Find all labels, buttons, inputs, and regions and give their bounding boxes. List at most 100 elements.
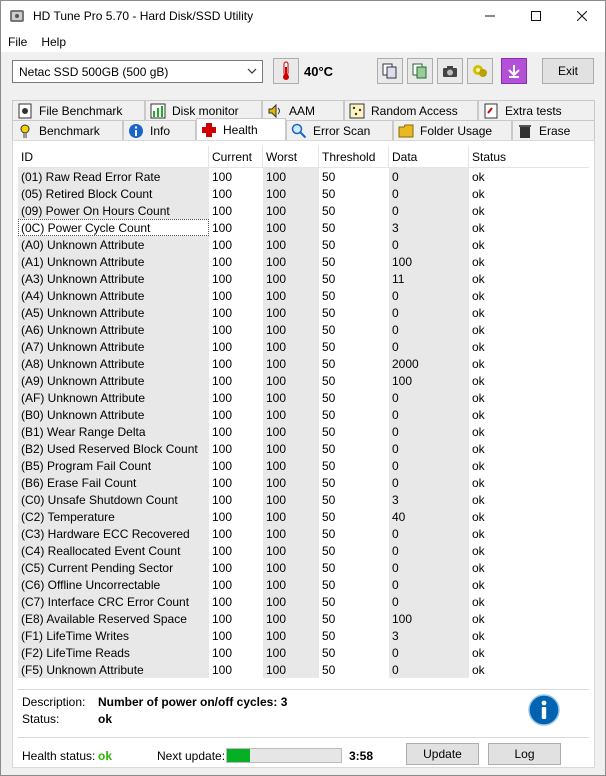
cell-worst: 100 — [263, 253, 319, 270]
cell-current: 100 — [212, 170, 233, 184]
table-row[interactable]: (AF) Unknown Attribute 100 100 50 0 ok — [18, 389, 589, 406]
tab-error-scan[interactable]: Error Scan — [286, 120, 393, 140]
cell-threshold: 50 — [322, 391, 336, 405]
tab-folder-usage[interactable]: Folder Usage — [393, 120, 512, 140]
update-button[interactable]: Update — [406, 743, 479, 765]
cell-id: (C6) Offline Uncorrectable — [18, 576, 209, 593]
title-bar[interactable]: HD Tune Pro 5.70 - Hard Disk/SSD Utility — [1, 1, 605, 31]
column-header-current[interactable]: Current — [209, 146, 263, 168]
drive-select[interactable]: Netac SSD 500GB (500 gB) — [12, 60, 263, 83]
menu-bar: File Help — [1, 31, 605, 53]
maximize-button[interactable] — [513, 1, 559, 31]
cell-status: ok — [472, 544, 485, 558]
table-row[interactable]: (B5) Program Fail Count 100 100 50 0 ok — [18, 457, 589, 474]
table-row[interactable]: (0C) Power Cycle Count 100 100 50 3 ok — [18, 219, 589, 236]
cell-data: 0 — [389, 185, 469, 202]
table-row[interactable]: (F5) Unknown Attribute 100 100 50 0 ok — [18, 661, 589, 678]
table-row[interactable]: (01) Raw Read Error Rate 100 100 50 0 ok — [18, 168, 589, 185]
table-row[interactable]: (C4) Reallocated Event Count 100 100 50 0 ok — [18, 542, 589, 559]
info-circle-icon[interactable] — [528, 694, 560, 726]
screenshot-button[interactable] — [437, 58, 463, 84]
cell-status: ok — [472, 408, 485, 422]
table-row[interactable]: (09) Power On Hours Count 100 100 50 0 ok — [18, 202, 589, 219]
window-title: HD Tune Pro 5.70 - Hard Disk/SSD Utility — [33, 9, 254, 23]
table-row[interactable]: (A1) Unknown Attribute 100 100 50 100 ok — [18, 253, 589, 270]
tab-aam[interactable]: AAM — [262, 100, 344, 120]
table-row[interactable]: (C2) Temperature 100 100 50 40 ok — [18, 508, 589, 525]
tab-file-benchmark[interactable]: File Benchmark — [12, 100, 145, 120]
tab-random-access[interactable]: Random Access — [344, 100, 478, 120]
column-header-id[interactable]: ID — [18, 146, 209, 168]
health-status-value: ok — [98, 749, 113, 763]
table-row[interactable]: (C7) Interface CRC Error Count 100 100 50 0 o… — [18, 593, 589, 610]
table-row[interactable]: (B0) Unknown Attribute 100 100 50 0 ok — [18, 406, 589, 423]
cell-data: 0 — [389, 423, 469, 440]
info-icon — [129, 123, 143, 138]
update-timer: 3:58 — [349, 749, 374, 763]
cell-threshold: 50 — [322, 629, 336, 643]
cell-current: 100 — [212, 357, 233, 371]
table-row[interactable]: (A3) Unknown Attribute 100 100 50 11 ok — [18, 270, 589, 287]
tab-erase[interactable]: Erase — [512, 120, 595, 140]
close-button[interactable] — [559, 1, 605, 31]
table-row[interactable]: (B2) Used Reserved Block Count 100 100 50 0 o… — [18, 440, 589, 457]
table-row[interactable]: (E8) Available Reserved Space 100 100 50 100… — [18, 610, 589, 627]
copy-screenshot-button[interactable] — [407, 58, 433, 84]
column-header-data[interactable]: Data — [389, 146, 469, 168]
log-button[interactable]: Log — [488, 743, 561, 765]
cell-data: 0 — [389, 474, 469, 491]
cell-worst: 100 — [263, 304, 319, 321]
cell-current: 100 — [212, 612, 233, 626]
cell-current: 100 — [212, 595, 233, 609]
table-row[interactable]: (C0) Unsafe Shutdown Count 100 100 50 3 ok — [18, 491, 589, 508]
copy-text-button[interactable] — [377, 58, 403, 84]
minimize-button[interactable] — [467, 1, 513, 31]
cell-status: ok — [472, 391, 485, 405]
table-row[interactable]: (A0) Unknown Attribute 100 100 50 0 ok — [18, 236, 589, 253]
disk-monitor-icon — [150, 103, 166, 118]
table-row[interactable]: (C6) Offline Uncorrectable 100 100 50 0 ok — [18, 576, 589, 593]
tab-health[interactable]: Health — [196, 118, 286, 140]
table-row[interactable]: (A5) Unknown Attribute 100 100 50 0 ok — [18, 304, 589, 321]
menu-help[interactable]: Help — [34, 35, 73, 49]
tab-extra-tests[interactable]: Extra tests — [478, 100, 595, 120]
table-row[interactable]: (B1) Wear Range Delta 100 100 50 0 ok — [18, 423, 589, 440]
table-row[interactable]: (C3) Hardware ECC Recovered 100 100 50 0 ok — [18, 525, 589, 542]
column-header-status[interactable]: Status — [469, 146, 589, 168]
thermometer-button[interactable] — [273, 58, 299, 84]
cell-threshold: 50 — [322, 255, 336, 269]
cell-data: 3 — [389, 219, 469, 236]
cell-id: (A8) Unknown Attribute — [18, 355, 209, 372]
cell-status: ok — [472, 272, 485, 286]
speaker-icon — [268, 103, 280, 118]
table-row[interactable]: (A6) Unknown Attribute 100 100 50 0 ok — [18, 321, 589, 338]
tab-info[interactable]: Info — [123, 120, 196, 140]
table-row[interactable]: (F2) LifeTime Reads 100 100 50 0 ok — [18, 644, 589, 661]
table-row[interactable]: (A4) Unknown Attribute 100 100 50 0 ok — [18, 287, 589, 304]
status-label: Status: — [22, 712, 60, 726]
cell-worst: 100 — [263, 661, 319, 678]
details-area: Description: Number of power on/off cycl… — [18, 689, 589, 727]
exit-button[interactable]: Exit — [542, 58, 594, 84]
save-button[interactable] — [501, 58, 527, 84]
tab-benchmark[interactable]: Benchmark — [12, 120, 123, 140]
magnifier-icon — [291, 123, 307, 138]
table-row[interactable]: (F1) LifeTime Writes 100 100 50 3 ok — [18, 627, 589, 644]
table-row[interactable]: (05) Retired Block Count 100 100 50 0 ok — [18, 185, 589, 202]
smart-table: ID Current Worst Threshold Data Status (… — [18, 146, 589, 686]
random-access-icon — [349, 103, 365, 118]
tab-disk-monitor[interactable]: Disk monitor — [145, 100, 262, 120]
options-button[interactable] — [467, 58, 493, 84]
footer-bar: Health status: ok Next update: 3:58 Upda… — [18, 737, 589, 765]
column-header-threshold[interactable]: Threshold — [319, 146, 389, 168]
column-header-worst[interactable]: Worst — [263, 146, 319, 168]
table-row[interactable]: (C5) Current Pending Sector 100 100 50 0 ok — [18, 559, 589, 576]
table-row[interactable]: (A7) Unknown Attribute 100 100 50 0 ok — [18, 338, 589, 355]
table-row[interactable]: (A9) Unknown Attribute 100 100 50 100 ok — [18, 372, 589, 389]
cell-data: 0 — [389, 525, 469, 542]
menu-file[interactable]: File — [1, 35, 34, 49]
table-row[interactable]: (B6) Erase Fail Count 100 100 50 0 ok — [18, 474, 589, 491]
cell-worst: 100 — [263, 219, 319, 236]
cell-current: 100 — [212, 459, 233, 473]
table-row[interactable]: (A8) Unknown Attribute 100 100 50 2000 ok — [18, 355, 589, 372]
